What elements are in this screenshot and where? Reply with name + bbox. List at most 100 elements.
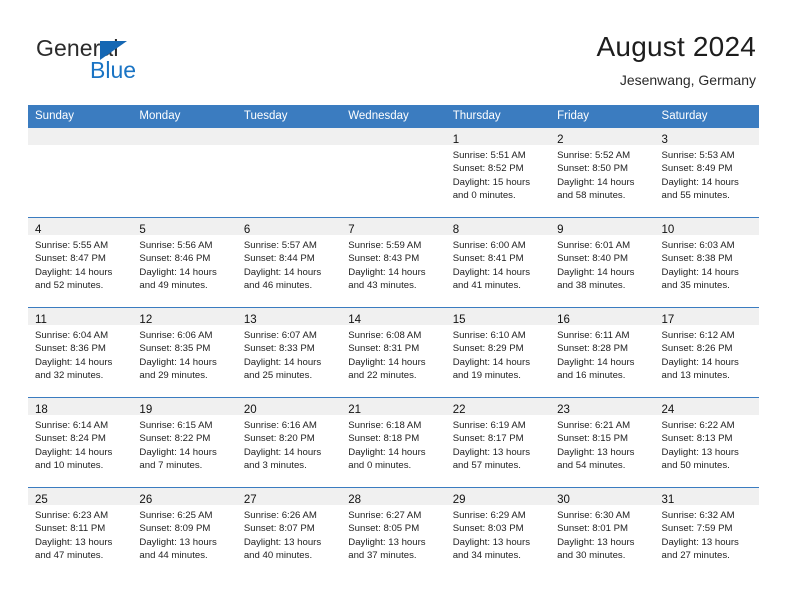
daylight-text-line2: and 40 minutes. — [243, 549, 313, 561]
calendar-day[interactable]: 15 Sunrise: 6:10 AM Sunset: 8:29 PM Dayligh… — [445, 308, 551, 397]
day-details: Sunrise: 6:00 AM Sunset: 8:41 PM Daylight:… — [446, 235, 550, 292]
sunrise-text: Sunrise: 5:52 AM — [557, 150, 631, 161]
day-details: Sunrise: 5:55 AM Sunset: 8:47 PM Daylight:… — [28, 235, 132, 292]
day-number-band: 14 — [341, 308, 446, 326]
day-number-band: 17 — [654, 308, 759, 326]
calendar-cell — [236, 128, 342, 218]
calendar-day[interactable]: 25 Sunrise: 6:23 AM Sunset: 8:11 PM Dayligh… — [28, 488, 133, 577]
sunset-text: Sunset: 8:31 PM — [348, 343, 420, 355]
calendar-cell: 13 Sunrise: 6:07 AM Sunset: 8:33 PM Dayligh… — [236, 307, 342, 398]
calendar-day[interactable]: 21 Sunrise: 6:18 AM Sunset: 8:18 PM Dayligh… — [341, 398, 446, 487]
calendar-day[interactable]: 5 Sunrise: 5:56 AM Sunset: 8:46 PM Daylight… — [132, 218, 237, 307]
sunrise-text: Sunrise: 6:11 AM — [557, 330, 630, 341]
day-number-band: 19 — [132, 398, 237, 416]
day-details: Sunrise: 6:08 AM Sunset: 8:31 PM Daylight:… — [341, 325, 445, 382]
calendar-day[interactable]: 24 Sunrise: 6:22 AM Sunset: 8:13 PM Dayligh… — [654, 398, 759, 487]
calendar-day[interactable]: 3 Sunrise: 5:53 AM Sunset: 8:49 PM Daylight… — [654, 128, 759, 217]
day-number-band: 18 — [28, 398, 133, 416]
sunset-text: Sunset: 8:17 PM — [452, 433, 524, 445]
day-number: 3 — [661, 134, 668, 146]
sunrise-text: Sunrise: 5:53 AM — [661, 150, 735, 161]
weekday-header-wednesday: Wednesday — [341, 105, 446, 128]
day-details: Sunrise: 6:18 AM Sunset: 8:18 PM Daylight:… — [341, 415, 445, 472]
day-details: Sunrise: 6:25 AM Sunset: 8:09 PM Daylight:… — [132, 505, 236, 562]
day-number: 12 — [139, 314, 153, 326]
sunset-text: Sunset: 8:46 PM — [139, 253, 211, 265]
page-title: August 2024 — [596, 31, 756, 62]
sunrise-text: Sunrise: 6:15 AM — [139, 420, 213, 431]
weekday-header-saturday: Saturday — [654, 105, 759, 128]
day-details: Sunrise: 5:56 AM Sunset: 8:46 PM Daylight:… — [132, 235, 236, 292]
sunrise-text: Sunrise: 6:04 AM — [35, 330, 109, 341]
general-blue-logo[interactable]: General Blue — [36, 36, 206, 84]
day-number: 7 — [348, 224, 355, 236]
calendar-day[interactable]: 20 Sunrise: 6:16 AM Sunset: 8:20 PM Dayligh… — [236, 398, 342, 487]
sunset-text: Sunset: 8:50 PM — [557, 163, 629, 175]
daylight-text-line1: Daylight: 14 hours — [348, 446, 426, 458]
sunrise-text: Sunrise: 6:06 AM — [139, 330, 213, 341]
daylight-text-line2: and 35 minutes. — [661, 279, 730, 291]
day-number-band: 7 — [341, 218, 446, 236]
calendar-day[interactable]: 26 Sunrise: 6:25 AM Sunset: 8:09 PM Dayligh… — [132, 488, 237, 577]
calendar-day[interactable]: 9 Sunrise: 6:01 AM Sunset: 8:40 PM Daylight… — [550, 218, 655, 307]
calendar-day[interactable]: 19 Sunrise: 6:15 AM Sunset: 8:22 PM Dayligh… — [132, 398, 237, 487]
calendar-day[interactable]: 29 Sunrise: 6:29 AM Sunset: 8:03 PM Dayligh… — [445, 488, 551, 577]
calendar-cell: 31 Sunrise: 6:32 AM Sunset: 7:59 PM Dayligh… — [654, 487, 759, 577]
daylight-text-line1: Daylight: 13 hours — [661, 536, 739, 548]
calendar-day[interactable]: 27 Sunrise: 6:26 AM Sunset: 8:07 PM Dayligh… — [236, 488, 342, 577]
sunset-text: Sunset: 8:29 PM — [452, 343, 524, 355]
calendar-day[interactable]: 8 Sunrise: 6:00 AM Sunset: 8:41 PM Daylight… — [445, 218, 551, 307]
calendar-day[interactable]: 1 Sunrise: 5:51 AM Sunset: 8:52 PM Daylight… — [445, 128, 551, 217]
day-details: Sunrise: 6:19 AM Sunset: 8:17 PM Daylight:… — [446, 415, 550, 472]
calendar-day-empty — [28, 128, 133, 217]
day-number: 20 — [243, 404, 257, 416]
calendar-day[interactable]: 13 Sunrise: 6:07 AM Sunset: 8:33 PM Dayligh… — [236, 308, 342, 397]
daylight-text-line1: Daylight: 14 hours — [35, 356, 113, 368]
calendar-cell: 1 Sunrise: 5:51 AM Sunset: 8:52 PM Daylight… — [445, 128, 551, 218]
daylight-text-line1: Daylight: 14 hours — [139, 446, 217, 458]
sunrise-text: Sunrise: 6:21 AM — [557, 420, 631, 431]
calendar-day[interactable]: 28 Sunrise: 6:27 AM Sunset: 8:05 PM Dayligh… — [341, 488, 446, 577]
title-block: August 2024 Jesenwang, Germany — [597, 30, 756, 90]
calendar-day[interactable]: 30 Sunrise: 6:30 AM Sunset: 8:01 PM Dayligh… — [550, 488, 655, 577]
calendar-day[interactable]: 17 Sunrise: 6:12 AM Sunset: 8:26 PM Dayligh… — [654, 308, 759, 397]
calendar-day[interactable]: 2 Sunrise: 5:52 AM Sunset: 8:50 PM Daylight… — [550, 128, 655, 217]
daylight-text-line1: Daylight: 14 hours — [243, 446, 322, 458]
calendar-day[interactable]: 14 Sunrise: 6:08 AM Sunset: 8:31 PM Dayligh… — [341, 308, 446, 397]
calendar-cell: 29 Sunrise: 6:29 AM Sunset: 8:03 PM Dayligh… — [445, 487, 551, 577]
day-details: Sunrise: 6:27 AM Sunset: 8:05 PM Daylight:… — [341, 505, 445, 562]
calendar-cell: 10 Sunrise: 6:03 AM Sunset: 8:38 PM Dayligh… — [654, 217, 759, 308]
daylight-text-line2: and 49 minutes. — [139, 279, 208, 291]
calendar-day[interactable]: 4 Sunrise: 5:55 AM Sunset: 8:47 PM Daylight… — [28, 218, 133, 307]
sunset-text: Sunset: 8:49 PM — [661, 163, 733, 175]
calendar-cell: 15 Sunrise: 6:10 AM Sunset: 8:29 PM Dayligh… — [445, 307, 551, 398]
daylight-text-line1: Daylight: 14 hours — [348, 356, 426, 368]
sunrise-text: Sunrise: 6:08 AM — [348, 330, 422, 341]
calendar-day-empty — [132, 128, 237, 217]
sunset-text: Sunset: 8:07 PM — [243, 523, 315, 535]
sunset-text: Sunset: 8:03 PM — [452, 523, 524, 535]
calendar-cell: 19 Sunrise: 6:15 AM Sunset: 8:22 PM Dayligh… — [132, 397, 237, 488]
calendar-day[interactable]: 7 Sunrise: 5:59 AM Sunset: 8:43 PM Daylight… — [341, 218, 446, 307]
day-number-band: 3 — [654, 128, 759, 146]
calendar-day[interactable]: 11 Sunrise: 6:04 AM Sunset: 8:36 PM Dayligh… — [28, 308, 133, 397]
calendar-cell: 9 Sunrise: 6:01 AM Sunset: 8:40 PM Daylight… — [550, 217, 655, 308]
calendar-day[interactable]: 31 Sunrise: 6:32 AM Sunset: 7:59 PM Dayligh… — [654, 488, 759, 577]
calendar-day[interactable]: 18 Sunrise: 6:14 AM Sunset: 8:24 PM Dayligh… — [28, 398, 133, 487]
weekday-header-tuesday: Tuesday — [236, 105, 342, 128]
calendar-day[interactable]: 10 Sunrise: 6:03 AM Sunset: 8:38 PM Dayligh… — [654, 218, 759, 307]
daylight-text-line2: and 16 minutes. — [557, 369, 626, 381]
day-details: Sunrise: 6:03 AM Sunset: 8:38 PM Daylight:… — [655, 235, 759, 292]
daylight-text-line1: Daylight: 13 hours — [557, 446, 635, 458]
day-details: Sunrise: 6:07 AM Sunset: 8:33 PM Daylight:… — [237, 325, 341, 382]
calendar-day[interactable]: 22 Sunrise: 6:19 AM Sunset: 8:17 PM Dayligh… — [445, 398, 551, 487]
calendar-day[interactable]: 6 Sunrise: 5:57 AM Sunset: 8:44 PM Daylight… — [236, 218, 342, 307]
day-details: Sunrise: 6:22 AM Sunset: 8:13 PM Daylight:… — [655, 415, 759, 472]
calendar-day[interactable]: 23 Sunrise: 6:21 AM Sunset: 8:15 PM Dayligh… — [550, 398, 655, 487]
calendar-day-empty — [236, 128, 342, 217]
calendar-day[interactable]: 16 Sunrise: 6:11 AM Sunset: 8:28 PM Dayligh… — [550, 308, 655, 397]
weekday-header-friday: Friday — [550, 105, 655, 128]
sunset-text: Sunset: 8:33 PM — [243, 343, 315, 355]
sunrise-text: Sunrise: 6:07 AM — [243, 330, 317, 341]
calendar-day[interactable]: 12 Sunrise: 6:06 AM Sunset: 8:35 PM Dayligh… — [132, 308, 237, 397]
